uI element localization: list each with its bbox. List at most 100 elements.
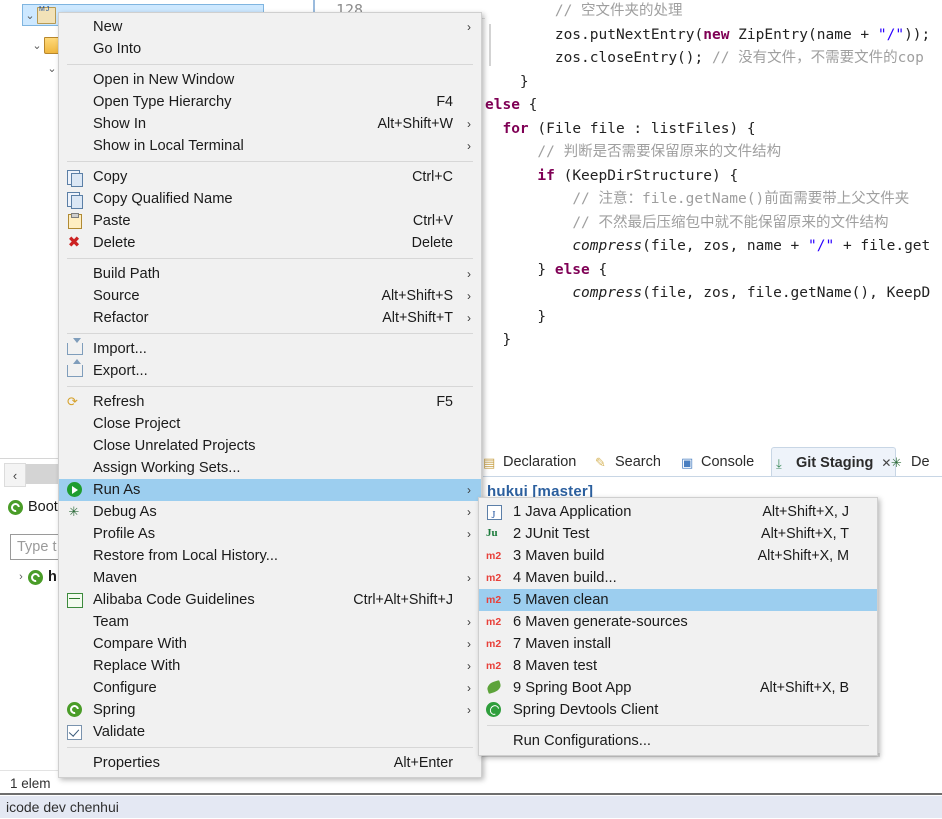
menu-item-no-icon (65, 288, 87, 304)
code-token: (File file : listFiles) { (528, 120, 756, 137)
menu-item-source[interactable]: Source Alt+Shift+S › (59, 285, 481, 307)
menu-item-label: Copy Qualified Name (93, 191, 233, 207)
menu-item-no-icon (65, 41, 87, 57)
collapse-button[interactable]: ‹ (4, 463, 26, 487)
code-token: )); (904, 26, 931, 43)
spring-boot-app-icon (28, 569, 43, 585)
menu-item-delete[interactable]: ✖ Delete Delete (59, 232, 481, 254)
menu-item-paste[interactable]: Paste Ctrl+V (59, 210, 481, 232)
chevron-right-icon[interactable]: › (14, 571, 28, 583)
dashboard-boot-row[interactable]: Boot (8, 499, 58, 515)
menu-item-close-project[interactable]: Close Project (59, 413, 481, 435)
menu-item-no-icon (65, 658, 87, 674)
chevron-down-icon[interactable]: ⌄ (23, 9, 37, 22)
menu-item-7-maven-install[interactable]: m2 7 Maven install (479, 633, 877, 655)
menu-item-spring[interactable]: Spring › (59, 699, 481, 721)
menu-item-go-into[interactable]: Go Into (59, 38, 481, 60)
menu-item-label: Properties (93, 755, 160, 771)
code-token: for (502, 120, 529, 137)
menu-item-label: Import... (93, 341, 147, 357)
menu-item-3-maven-build[interactable]: m2 3 Maven build Alt+Shift+X, M (479, 545, 877, 567)
menu-item-debug-as[interactable]: ✳ Debug As › (59, 501, 481, 523)
tab-console[interactable]: ▣ Console (681, 450, 754, 474)
menu-item-label: Open in New Window (93, 72, 235, 88)
menu-item-5-maven-clean[interactable]: m2 5 Maven clean (479, 589, 877, 611)
menu-item-9-spring-boot-app[interactable]: 9 Spring Boot App Alt+Shift+X, B (479, 677, 877, 699)
tab-search[interactable]: ✎ Search (595, 450, 661, 474)
menu-item-team[interactable]: Team › (59, 611, 481, 633)
menu-item-6-maven-generate-sources[interactable]: m2 6 Maven generate-sources (479, 611, 877, 633)
code-token: // 不然最后压缩包中就不能保留原来的文件结构 (572, 214, 889, 231)
menu-item-maven[interactable]: Maven › (59, 567, 481, 589)
menu-item-assign-working-sets[interactable]: Assign Working Sets... (59, 457, 481, 479)
menu-item-open-in-new-window[interactable]: Open in New Window (59, 69, 481, 91)
menu-separator (67, 64, 473, 65)
dashboard-list-item[interactable]: › h (14, 569, 57, 585)
checkbox-icon (65, 724, 87, 740)
view-tab-bar[interactable]: ▤ Declaration ✎ Search ▣ Console ⤓ Git Staging ✕… (483, 447, 942, 477)
code-editor[interactable]: // 空文件夹的处理 zos.putNextEntry(new ZipEntry… (485, 0, 942, 430)
maven-icon: m2 (485, 570, 507, 586)
code-token: (KeepDirStructure) { (554, 167, 739, 184)
menu-item-shortcut: Alt+Shift+W (377, 116, 454, 132)
menu-item-no-icon (65, 526, 87, 542)
menu-item-4-maven-build[interactable]: m2 4 Maven build... (479, 567, 877, 589)
context-menu[interactable]: New › Go Into Open in New Window Open Type H… (58, 12, 482, 778)
menu-item-spring-devtools-client[interactable]: Spring Devtools Client (479, 699, 877, 721)
menu-item-properties[interactable]: Properties Alt+Enter (59, 752, 481, 774)
menu-item-configure[interactable]: Configure › (59, 677, 481, 699)
chevron-right-icon: › (467, 703, 471, 717)
menu-item-profile-as[interactable]: Profile As › (59, 523, 481, 545)
menu-item-replace-with[interactable]: Replace With › (59, 655, 481, 677)
code-token: compress (572, 285, 643, 301)
chevron-down-icon[interactable]: ⌄ (45, 62, 59, 75)
menu-item-1-java-application[interactable]: 1 Java Application Alt+Shift+X, J (479, 501, 877, 527)
menu-item-copy[interactable]: Copy Ctrl+C (59, 166, 481, 188)
close-icon[interactable]: ✕ (881, 456, 891, 470)
tab-declaration[interactable]: ▤ Declaration (483, 450, 576, 474)
code-line: // 不然最后压缩包中就不能保留原来的文件结构 (485, 212, 942, 236)
tree-item-child[interactable]: ⌄ (45, 58, 59, 78)
code-token: // 注意：file.getName()前面需要带上父文件夹 (572, 191, 910, 207)
taskbar[interactable]: icode dev chenhui (0, 796, 942, 818)
menu-item-open-type-hierarchy[interactable]: Open Type Hierarchy F4 (59, 91, 481, 113)
tab-de[interactable]: ✳ De (891, 450, 930, 474)
declaration-icon: ▤ (483, 455, 496, 470)
spring-leaf-icon-glyph (485, 680, 503, 694)
menu-item-alibaba-code-guidelines[interactable]: Alibaba Code Guidelines Ctrl+Alt+Shift+J (59, 589, 481, 611)
menu-item-run-as[interactable]: Run As › (59, 479, 481, 501)
menu-item-validate[interactable]: Validate (59, 721, 481, 743)
spring-devtools-icon (485, 702, 507, 718)
tab-git-staging[interactable]: ⤓ Git Staging ✕ (771, 447, 897, 477)
menu-item-run-configurations[interactable]: Run Configurations... (479, 730, 877, 752)
chevron-right-icon: › (467, 139, 471, 153)
maven-icon-glyph: m2 (486, 616, 502, 628)
menu-item-close-unrelated-projects[interactable]: Close Unrelated Projects (59, 435, 481, 457)
menu-item-refresh[interactable]: ⟳ Refresh F5 (59, 391, 481, 413)
menu-item-no-icon (65, 460, 87, 476)
chevron-down-icon[interactable]: ⌄ (30, 39, 44, 52)
menu-item-no-icon (65, 116, 87, 132)
menu-item-restore-from-local-history[interactable]: Restore from Local History... (59, 545, 481, 567)
menu-item-2-junit-test[interactable]: Ju 2 JUnit Test Alt+Shift+X, T (479, 523, 877, 545)
menu-item-build-path[interactable]: Build Path › (59, 263, 481, 285)
menu-item-label: Configure (93, 680, 157, 696)
menu-item-shortcut: Alt+Shift+X, B (759, 680, 849, 696)
menu-item-import[interactable]: Import... (59, 338, 481, 360)
code-line: compress(file, zos, file.getName(), Keep… (485, 282, 942, 306)
menu-item-show-in-local-terminal[interactable]: Show in Local Terminal › (59, 135, 481, 157)
menu-item-show-in[interactable]: Show In Alt+Shift+W › (59, 113, 481, 135)
code-token: (file, zos, name + (642, 238, 809, 254)
menu-item-copy-qualified-name[interactable]: Copy Qualified Name (59, 188, 481, 210)
menu-item-refactor[interactable]: Refactor Alt+Shift+T › (59, 307, 481, 329)
run-as-submenu[interactable]: 1 Java Application Alt+Shift+X, J Ju 2 JUni… (478, 497, 878, 756)
menu-item-new[interactable]: New › (59, 16, 481, 38)
menu-item-no-icon (65, 94, 87, 110)
menu-item-label: 6 Maven generate-sources (513, 614, 688, 630)
menu-item-shortcut: Ctrl+V (412, 213, 453, 229)
menu-item-compare-with[interactable]: Compare With › (59, 633, 481, 655)
menu-item-export[interactable]: Export... (59, 359, 481, 382)
menu-item-8-maven-test[interactable]: m2 8 Maven test (479, 655, 877, 677)
